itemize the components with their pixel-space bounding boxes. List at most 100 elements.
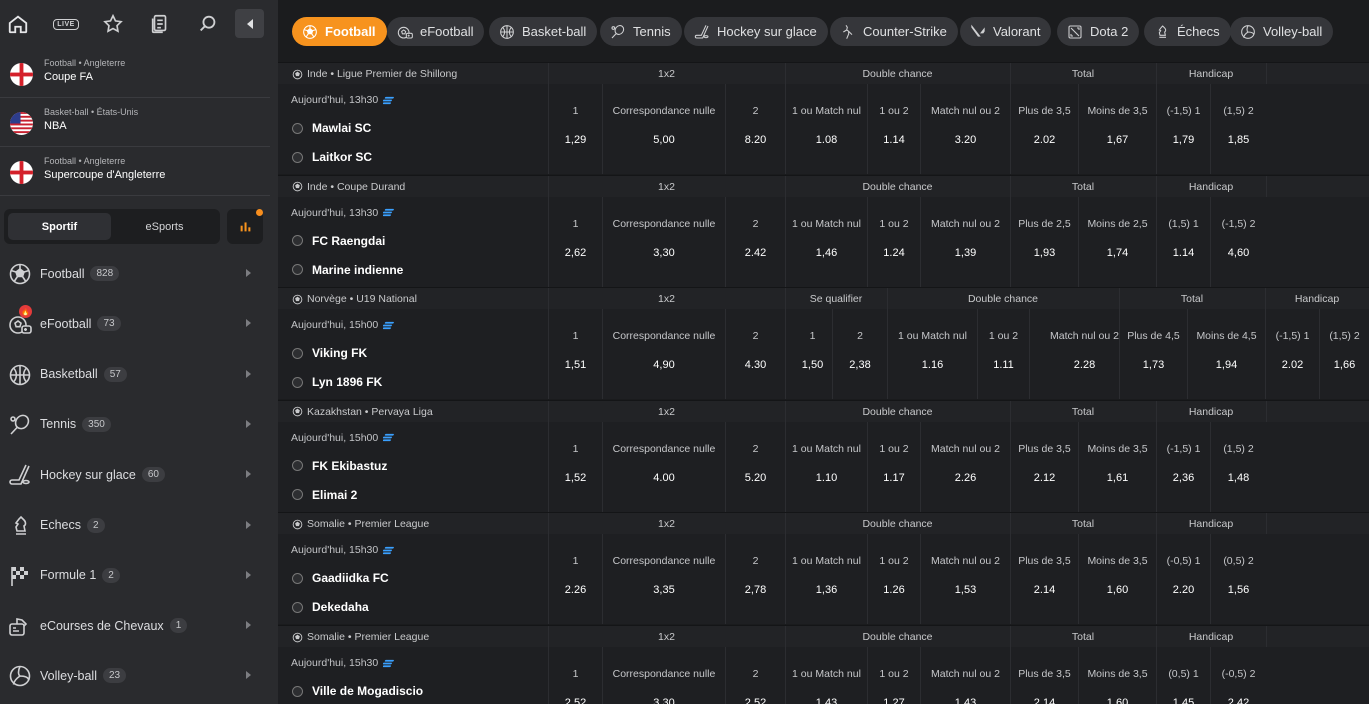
betslip-icon[interactable] [145,9,175,39]
team-name[interactable]: Marine indienne [292,263,403,277]
odds-cell[interactable]: Moins de 3,5 1,67 [1078,84,1156,174]
odds-cell[interactable]: (-1,5) 1 2,36 [1156,421,1210,512]
sport-item-tennis[interactable]: Tennis 350 [0,402,270,448]
league-name[interactable]: Norvège • U19 National [292,293,417,305]
odds-cell[interactable]: (-1,5) 1 2.02 [1265,309,1319,400]
odds-cell[interactable]: 2 4.30 [725,309,785,400]
odds-cell[interactable]: 2 2,78 [725,534,785,625]
odds-cell[interactable]: 1 2,62 [548,196,602,287]
odds-cell[interactable]: Plus de 3,5 2.12 [1010,421,1078,512]
collapse-sidebar-button[interactable] [235,9,264,38]
odds-cell[interactable]: Match nul ou 2 2.26 [920,421,1010,512]
odds-cell[interactable]: Correspondance nulle 3,35 [602,534,725,625]
team-name[interactable]: FK Ekibastuz [292,459,387,473]
team-name[interactable]: Laitkor SC [292,150,372,164]
tab-échecs[interactable]: Échecs [1144,17,1231,46]
sport-item-ecourses-de-chevaux[interactable]: eCourses de Chevaux 1 [0,603,270,649]
league-name[interactable]: Somalie • Premier League [292,518,429,530]
odds-cell[interactable]: 1 1,29 [548,84,602,174]
odds-cell[interactable]: 1 1,51 [548,309,602,400]
tab-tennis[interactable]: Tennis [600,17,682,46]
odds-cell[interactable]: Moins de 3,5 1,60 [1078,647,1156,704]
odds-cell[interactable]: 1 ou Match nul 1,46 [785,196,867,287]
match-row[interactable]: Aujourd'hui, 13h30 Mawlai SC Laitkor SC 1 1,… [278,84,1369,174]
sport-item-basketball[interactable]: Basketball 57 [0,352,270,398]
home-icon[interactable] [3,9,33,39]
sport-item-efootball[interactable]: 🔥 eFootball 73 [0,301,270,347]
odds-cell[interactable]: (-1,5) 1 1,79 [1156,84,1210,174]
odds-cell[interactable]: Plus de 3,5 2.02 [1010,84,1078,174]
team-name[interactable]: Viking FK [292,346,367,360]
odds-cell[interactable]: (1,5) 2 1,85 [1210,84,1266,174]
star-icon[interactable] [98,9,128,39]
team-name[interactable]: Gaadiidka FC [292,571,389,585]
league-name[interactable]: Somalie • Premier League [292,631,429,643]
league-name[interactable]: Kazakhstan • Pervaya Liga [292,406,433,418]
match-row[interactable]: Aujourd'hui, 15h00 Viking FK Lyn 1896 FK 1 1… [278,309,1369,400]
sport-item-hockey-sur-glace[interactable]: Hockey sur glace 60 [0,452,270,498]
odds-cell[interactable]: 1 2,52 [548,647,602,704]
tab-football[interactable]: Football [292,17,387,46]
odds-cell[interactable]: 1 ou 2 1.14 [867,84,920,174]
pinned-item-supercoupe[interactable]: Football • Angleterre Supercoupe d'Angle… [0,148,270,196]
odds-cell[interactable]: Moins de 3,5 1,60 [1078,534,1156,625]
pinned-item-nba[interactable]: Basket-ball • États-Unis NBA [0,99,270,147]
pinned-item-coupe-fa[interactable]: Football • Angleterre Coupe FA [0,50,270,98]
tab-efootball[interactable]: eFootball [387,17,485,46]
odds-cell[interactable]: (1,5) 1 1.14 [1156,196,1210,287]
match-row[interactable]: Aujourd'hui, 15h30 Ville de Mogadiscio 1 2,… [278,647,1369,704]
odds-cell[interactable]: Match nul ou 2 1,39 [920,196,1010,287]
league-name[interactable]: Inde • Coupe Durand [292,181,405,193]
odds-cell[interactable]: Correspondance nulle 3,30 [602,196,725,287]
odds-cell[interactable]: 1 ou Match nul 1,36 [785,534,867,625]
odds-cell[interactable]: Correspondance nulle 4.00 [602,421,725,512]
odds-cell[interactable]: (0,5) 1 1,45 [1156,647,1210,704]
odds-cell[interactable]: 1 ou 2 1,27 [867,647,920,704]
odds-cell[interactable]: 2 2.42 [725,196,785,287]
odds-cell[interactable]: 1 ou 2 1.17 [867,421,920,512]
odds-cell[interactable]: 1 2.26 [548,534,602,625]
odds-cell[interactable]: (-0,5) 1 2.20 [1156,534,1210,625]
match-row[interactable]: Aujourd'hui, 15h00 FK Ekibastuz Elimai 211… [278,421,1369,512]
odds-cell[interactable]: 2 5.20 [725,421,785,512]
odds-cell[interactable]: Correspondance nulle 3,30 [602,647,725,704]
team-name[interactable]: Ville de Mogadiscio [292,684,423,698]
odds-cell[interactable]: 1 ou Match nul 1.08 [785,84,867,174]
team-name[interactable]: Dekedaha [292,600,369,614]
odds-cell[interactable]: 1 ou Match nul 1.16 [887,309,977,400]
tab-counter-strike[interactable]: Counter-Strike [830,17,958,46]
odds-cell[interactable]: Correspondance nulle 5,00 [602,84,725,174]
odds-cell[interactable]: Plus de 4,5 1,73 [1119,309,1187,400]
odds-cell[interactable]: Moins de 2,5 1,74 [1078,196,1156,287]
match-row[interactable]: Aujourd'hui, 13h30 FC Raengdai Marine indi… [278,196,1369,287]
team-name[interactable]: FC Raengdai [292,234,385,248]
odds-cell[interactable]: 2 2,38 [832,309,887,400]
odds-cell[interactable]: 1 ou 2 1.26 [867,534,920,625]
search-icon[interactable] [193,9,223,39]
odds-cell[interactable]: 1 ou Match nul 1.10 [785,421,867,512]
tab-basket-ball[interactable]: Basket-ball [489,17,598,46]
odds-cell[interactable]: Match nul ou 2 1,53 [920,534,1010,625]
sport-item-echecs[interactable]: Echecs 2 [0,503,270,549]
odds-cell[interactable]: Plus de 2,5 1,93 [1010,196,1078,287]
odds-cell[interactable]: Match nul ou 2 3.20 [920,84,1010,174]
odds-cell[interactable]: 1 1,50 [785,309,839,400]
odds-cell[interactable]: 1 1,52 [548,421,602,512]
odds-cell[interactable]: Match nul ou 2 1,43 [920,647,1010,704]
odds-cell[interactable]: Plus de 3,5 2.14 [1010,534,1078,625]
tab-hockey-sur-glace[interactable]: Hockey sur glace [684,17,828,46]
sport-item-formule-1[interactable]: Formule 1 2 [0,553,270,599]
odds-cell[interactable]: (-0,5) 2 2,42 [1210,647,1266,704]
odds-cell[interactable]: Moins de 4,5 1,94 [1187,309,1265,400]
tab-valorant[interactable]: Valorant [960,17,1052,46]
odds-cell[interactable]: 1 ou 2 1.24 [867,196,920,287]
tab-dota-2[interactable]: Dota 2 [1057,17,1140,46]
odds-cell[interactable]: Plus de 3,5 2,14 [1010,647,1078,704]
odds-cell[interactable]: 2 2,52 [725,647,785,704]
odds-cell[interactable]: (0,5) 2 1,56 [1210,534,1266,625]
odds-cell[interactable]: 1 ou 2 1.11 [977,309,1029,400]
tab-volley-ball[interactable]: Volley-ball [1230,17,1334,46]
team-name[interactable]: Lyn 1896 FK [292,375,382,389]
sportif-tab[interactable]: Sportif [8,213,111,240]
match-row[interactable]: Aujourd'hui, 15h30 Gaadiidka FC Dekedaha 1 2… [278,534,1369,625]
